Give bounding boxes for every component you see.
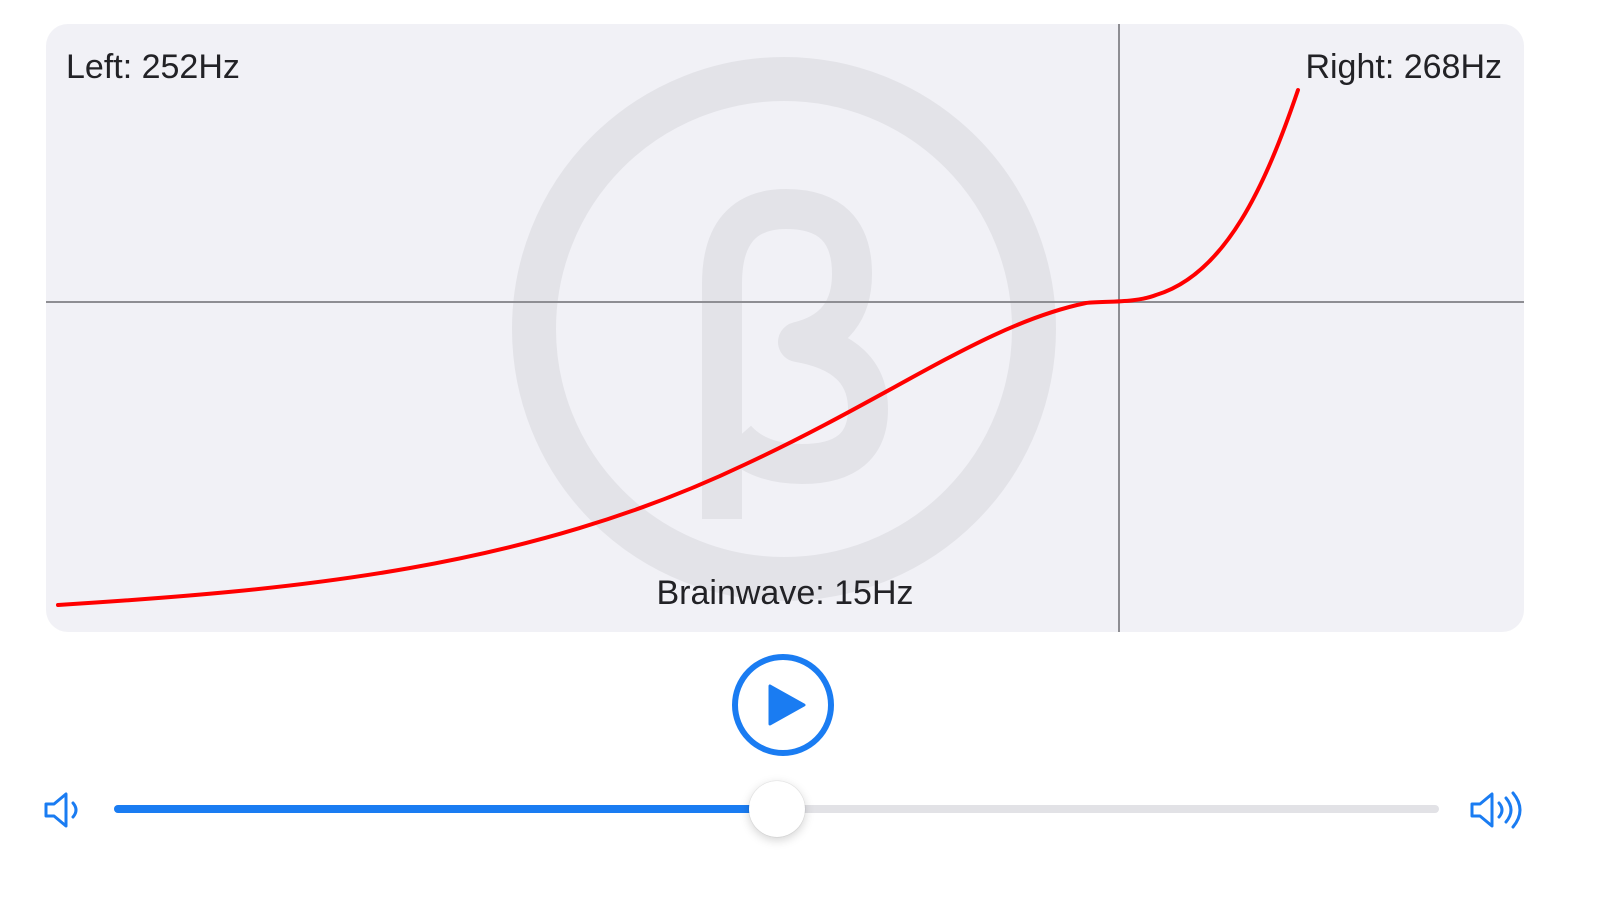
binaural-graph: Left: 252Hz Right: 268Hz Brainwave: 15Hz	[46, 24, 1524, 632]
slider-thumb[interactable]	[748, 781, 805, 837]
volume-slider[interactable]	[114, 780, 1439, 840]
graph-canvas	[46, 24, 1524, 632]
slider-fill	[114, 805, 777, 813]
brainwave-frequency-label: Brainwave: 15Hz	[656, 574, 914, 612]
beta-watermark-icon	[512, 57, 1056, 601]
left-frequency-label: Left: 252Hz	[66, 48, 240, 86]
volume-control	[40, 780, 1530, 840]
frequency-curve	[56, 88, 1300, 607]
speaker-high-icon[interactable]	[1468, 790, 1530, 830]
speaker-low-icon[interactable]	[42, 790, 86, 830]
play-icon	[732, 654, 834, 756]
play-button[interactable]	[730, 652, 836, 758]
right-frequency-label: Right: 268Hz	[1305, 48, 1502, 86]
